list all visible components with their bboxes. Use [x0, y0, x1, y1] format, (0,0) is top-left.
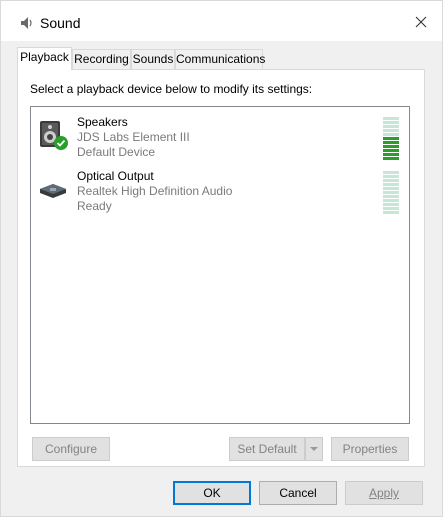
close-icon[interactable] — [410, 11, 432, 33]
meter-segment — [383, 141, 399, 144]
meter-segment — [383, 199, 399, 202]
instructions-text: Select a playback device below to modify… — [30, 82, 313, 96]
device-name: Optical Output — [77, 169, 154, 183]
device-description: JDS Labs Element III — [77, 130, 190, 144]
device-item-speakers[interactable]: Speakers JDS Labs Element III Default De… — [31, 111, 409, 163]
meter-segment — [383, 183, 399, 186]
tab-recording[interactable]: Recording — [72, 49, 131, 69]
tab-sounds[interactable]: Sounds — [131, 49, 175, 69]
set-default-dropdown[interactable] — [305, 437, 323, 461]
meter-segment — [383, 145, 399, 148]
meter-segment — [383, 117, 399, 120]
chevron-down-icon — [310, 447, 318, 451]
window-title: Sound — [40, 15, 81, 31]
configure-button[interactable]: Configure — [32, 437, 110, 461]
ok-button[interactable]: OK — [173, 481, 251, 505]
speaker-default-icon — [40, 121, 68, 150]
playback-panel: Select a playback device below to modify… — [17, 69, 425, 467]
device-item-optical-output[interactable]: Optical Output Realtek High Definition A… — [31, 165, 409, 217]
meter-segment — [383, 211, 399, 214]
device-status: Ready — [77, 199, 112, 213]
apply-accelerator: Apply — [368, 486, 400, 500]
meter-segment — [383, 195, 399, 198]
apply-label: Apply — [369, 486, 399, 500]
tab-communications[interactable]: Communications — [175, 49, 265, 69]
tab-playback[interactable]: Playback — [17, 47, 72, 70]
set-default-button[interactable]: Set Default — [229, 437, 305, 461]
sound-dialog: Sound Playback Recording Sounds Communic… — [0, 0, 443, 517]
meter-segment — [383, 149, 399, 152]
meter-segment — [383, 121, 399, 124]
meter-segment — [383, 203, 399, 206]
meter-segment — [383, 133, 399, 136]
level-meter — [383, 171, 399, 215]
meter-segment — [383, 175, 399, 178]
device-name: Speakers — [77, 115, 128, 129]
meter-segment — [383, 207, 399, 210]
optical-output-icon — [40, 184, 66, 198]
meter-segment — [383, 187, 399, 190]
meter-segment — [383, 137, 399, 140]
meter-segment — [383, 129, 399, 132]
meter-segment — [383, 171, 399, 174]
properties-button[interactable]: Properties — [331, 437, 409, 461]
speaker-icon — [21, 17, 32, 29]
meter-segment — [383, 153, 399, 156]
level-meter — [383, 117, 399, 161]
meter-segment — [383, 125, 399, 128]
meter-segment — [383, 179, 399, 182]
device-description: Realtek High Definition Audio — [77, 184, 233, 198]
device-status: Default Device — [77, 145, 156, 159]
title-bar[interactable]: Sound — [1, 1, 442, 41]
meter-segment — [383, 157, 399, 160]
device-list[interactable]: Speakers JDS Labs Element III Default De… — [30, 106, 410, 424]
meter-segment — [383, 191, 399, 194]
apply-button[interactable]: Apply — [345, 481, 423, 505]
cancel-button[interactable]: Cancel — [259, 481, 337, 505]
